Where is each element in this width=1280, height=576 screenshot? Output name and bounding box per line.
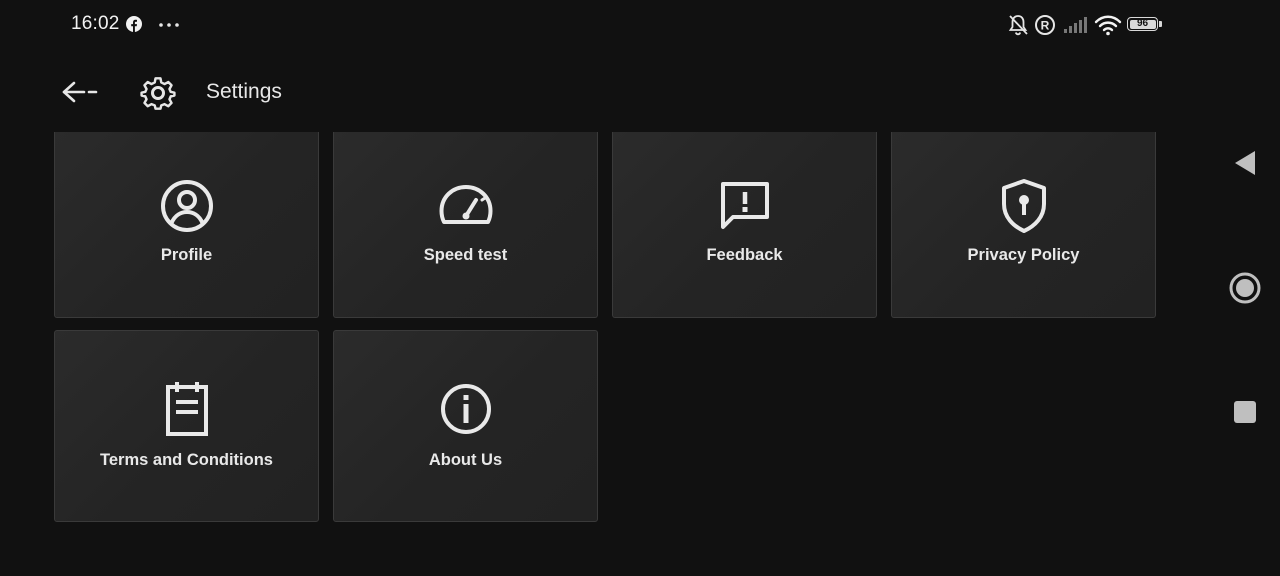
tile-terms-and-conditions[interactable]: Terms and Conditions <box>54 330 319 522</box>
registered-icon: R <box>1035 15 1055 35</box>
tile-profile[interactable]: Profile <box>54 132 319 318</box>
tile-about-us[interactable]: About Us <box>333 330 598 522</box>
svg-text:R: R <box>1041 19 1050 33</box>
nav-recents-button[interactable] <box>1226 393 1264 431</box>
profile-icon <box>160 180 213 232</box>
nav-back-button[interactable] <box>1226 144 1264 182</box>
battery-level: 96 <box>1136 18 1149 29</box>
clipboard-icon <box>165 382 208 436</box>
bell-muted-icon <box>1008 15 1028 36</box>
back-triangle-icon <box>1235 151 1255 175</box>
tile-label: Privacy Policy <box>967 246 1080 264</box>
status-time: 16:02 <box>71 13 120 34</box>
tile-label: Profile <box>160 246 213 264</box>
speedometer-icon <box>439 185 492 224</box>
arrow-left-icon <box>62 81 98 103</box>
info-icon <box>440 384 491 434</box>
wifi-icon <box>1094 15 1122 36</box>
facebook-icon <box>126 16 142 32</box>
tile-label: Feedback <box>706 246 783 264</box>
settings-screen: 16:02 R 96 Settings Profile Speed test F… <box>0 0 1280 576</box>
tile-label: About Us <box>428 451 503 469</box>
page-title: Settings <box>206 80 282 103</box>
feedback-icon <box>720 182 769 229</box>
tile-label: Terms and Conditions <box>100 451 273 469</box>
gear-icon <box>140 77 176 110</box>
tile-feedback[interactable]: Feedback <box>612 132 877 318</box>
tile-privacy-policy[interactable]: Privacy Policy <box>891 132 1156 318</box>
shield-lock-icon <box>1001 179 1046 233</box>
tile-label: Speed test <box>423 246 508 264</box>
home-circle-icon <box>1229 272 1261 304</box>
battery-icon: 96 <box>1127 17 1158 31</box>
back-button[interactable] <box>56 74 100 110</box>
more-dots-icon <box>159 23 179 27</box>
battery-nub <box>1159 21 1162 27</box>
recents-square-icon <box>1234 401 1256 423</box>
signal-icon <box>1064 17 1087 33</box>
nav-home-button[interactable] <box>1226 269 1264 307</box>
tile-speed-test[interactable]: Speed test <box>333 132 598 318</box>
